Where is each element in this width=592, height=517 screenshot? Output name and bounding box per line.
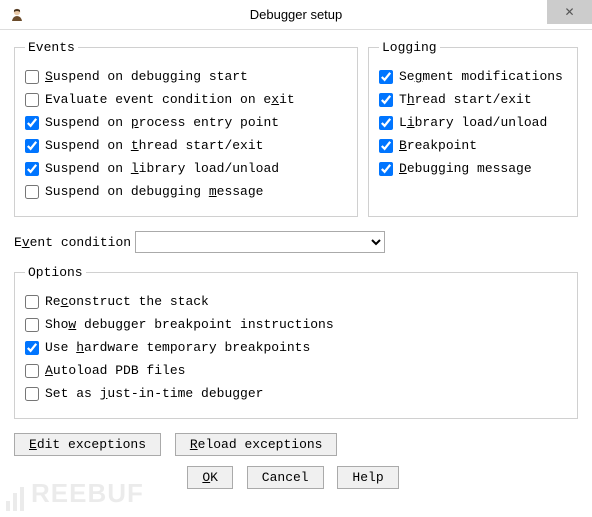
app-icon	[8, 6, 26, 24]
logging-label-4: Debugging message	[399, 160, 532, 178]
events-checkbox-1[interactable]	[25, 93, 39, 107]
events-label-2: Suspend on process entry point	[45, 114, 279, 132]
help-button[interactable]: Help	[337, 466, 398, 489]
close-button[interactable]: ✕	[547, 0, 592, 24]
events-checkbox-2[interactable]	[25, 116, 39, 130]
options-checkbox-3[interactable]	[25, 364, 39, 378]
title-bar: Debugger setup ✕	[0, 0, 592, 30]
logging-checkbox-3[interactable]	[379, 139, 393, 153]
cancel-button[interactable]: Cancel	[247, 466, 324, 489]
ok-button[interactable]: OK	[187, 466, 233, 489]
events-checkbox-0[interactable]	[25, 70, 39, 84]
logging-checkbox-2[interactable]	[379, 116, 393, 130]
events-legend: Events	[25, 40, 78, 55]
options-checkbox-1[interactable]	[25, 318, 39, 332]
options-legend: Options	[25, 265, 86, 280]
logging-checkbox-4[interactable]	[379, 162, 393, 176]
logging-group: Logging Segment modifications Thread star…	[368, 40, 578, 217]
logging-checkbox-0[interactable]	[379, 70, 393, 84]
options-label-0: Reconstruct the stack	[45, 293, 209, 311]
options-group: Options Reconstruct the stack Show debugg…	[14, 265, 578, 419]
reload-exceptions-button[interactable]: Reload exceptions	[175, 433, 338, 456]
event-condition-label: Event condition	[14, 235, 131, 250]
events-label-5: Suspend on debugging message	[45, 183, 263, 201]
events-label-3: Suspend on thread start/exit	[45, 137, 263, 155]
edit-exceptions-button[interactable]: Edit exceptions	[14, 433, 161, 456]
events-label-1: Evaluate event condition on exit	[45, 91, 295, 109]
options-checkbox-4[interactable]	[25, 387, 39, 401]
options-checkbox-0[interactable]	[25, 295, 39, 309]
options-label-1: Show debugger breakpoint instructions	[45, 316, 334, 334]
logging-checkbox-1[interactable]	[379, 93, 393, 107]
events-checkbox-3[interactable]	[25, 139, 39, 153]
event-condition-dropdown[interactable]	[135, 231, 385, 253]
options-label-4: Set as just-in-time debugger	[45, 385, 263, 403]
options-label-2: Use hardware temporary breakpoints	[45, 339, 310, 357]
logging-label-0: Segment modifications	[399, 68, 563, 86]
logging-legend: Logging	[379, 40, 440, 55]
logging-label-3: Breakpoint	[399, 137, 477, 155]
options-label-3: Autoload PDB files	[45, 362, 185, 380]
options-checkbox-2[interactable]	[25, 341, 39, 355]
events-label-0: Suspend on debugging start	[45, 68, 248, 86]
events-checkbox-5[interactable]	[25, 185, 39, 199]
events-label-4: Suspend on library load/unload	[45, 160, 279, 178]
logging-label-1: Thread start/exit	[399, 91, 532, 109]
logging-label-2: Library load/unload	[399, 114, 547, 132]
events-group: Events Suspend on debugging start Evaluat…	[14, 40, 358, 217]
close-icon: ✕	[564, 5, 574, 19]
events-checkbox-4[interactable]	[25, 162, 39, 176]
window-title: Debugger setup	[250, 7, 343, 22]
